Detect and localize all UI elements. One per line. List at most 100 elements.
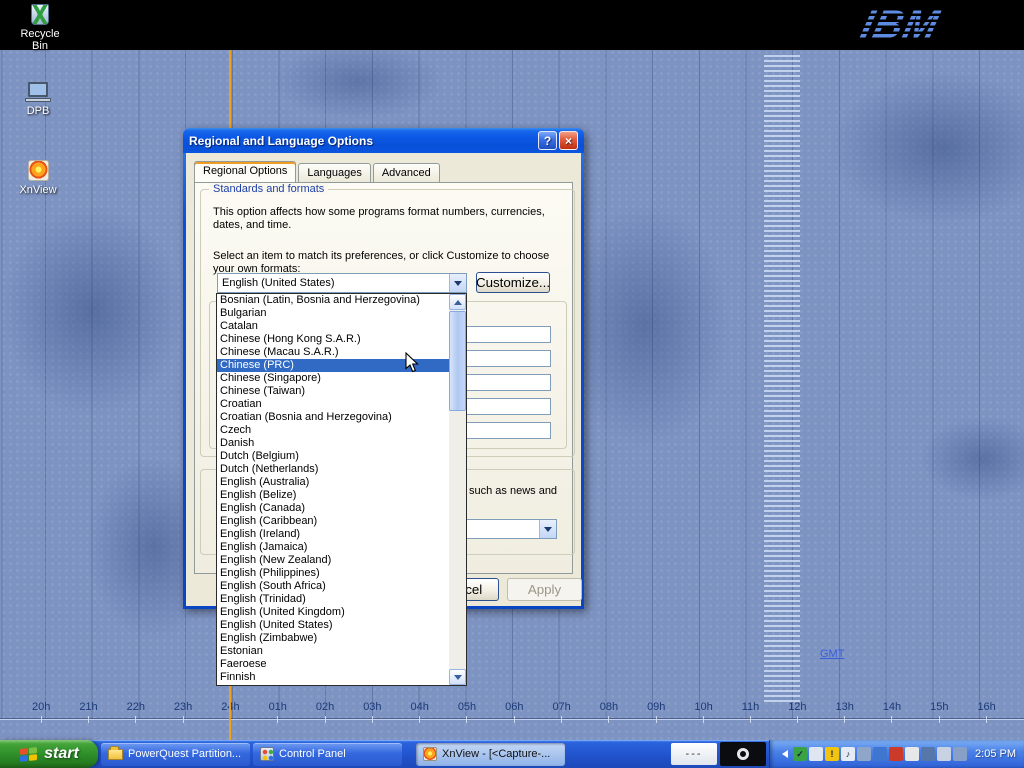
- tray-icons: ✓!♪: [793, 747, 967, 761]
- language-option[interactable]: English (Australia): [217, 476, 449, 489]
- hour-label: 20h: [32, 701, 50, 723]
- xnview-icon: [28, 160, 49, 181]
- system-tray: ✓!♪ 2:05 PM: [769, 740, 1024, 768]
- format-combobox-value: English (United States): [222, 277, 335, 289]
- question-icon: ?: [544, 134, 551, 148]
- language-option[interactable]: Chinese (Taiwan): [217, 385, 449, 398]
- task-label: PowerQuest Partition...: [128, 748, 241, 760]
- desktop-icon-xnview[interactable]: XnView: [9, 160, 67, 196]
- laptop-icon: [25, 82, 51, 102]
- language-option[interactable]: English (Caribbean): [217, 515, 449, 528]
- taskbar-overflow-button[interactable]: ---: [671, 743, 717, 765]
- help-button[interactable]: ?: [538, 131, 557, 150]
- task-scheduler-icon[interactable]: [905, 747, 919, 761]
- start-button[interactable]: start: [0, 740, 98, 768]
- scrollbar-thumb[interactable]: [449, 311, 466, 411]
- security-alert-icon[interactable]: !: [825, 747, 839, 761]
- task-button-xnview[interactable]: XnView - [<Capture-...: [416, 743, 565, 766]
- start-label: start: [44, 745, 79, 763]
- ibm-logo-stripes: [856, 4, 943, 46]
- windows-update-icon[interactable]: [809, 747, 823, 761]
- customize-button[interactable]: Customize...: [476, 272, 550, 293]
- task-button-powerquest[interactable]: PowerQuest Partition...: [101, 743, 250, 766]
- display-settings-icon[interactable]: [857, 747, 871, 761]
- language-option[interactable]: Croatian (Bosnia and Herzegovina): [217, 411, 449, 424]
- desktop-icon-recycle-bin[interactable]: Recycle Bin: [11, 4, 69, 52]
- dialog-title: Regional and Language Options: [189, 134, 373, 148]
- language-option[interactable]: Bosnian (Latin, Bosnia and Herzegovina): [217, 294, 449, 307]
- clock-sync-icon[interactable]: [953, 747, 967, 761]
- hour-tick: [135, 716, 136, 723]
- timezone-hour-labels: 20h21h22h23h24h01h02h03h04h05h06h07h08h0…: [32, 701, 996, 723]
- close-button[interactable]: ×: [559, 131, 578, 150]
- volume-icon[interactable]: ♪: [841, 747, 855, 761]
- tray-collapse-icon[interactable]: [778, 750, 788, 758]
- language-option[interactable]: English (United States): [217, 619, 449, 632]
- antivirus-status-icon[interactable]: ✓: [793, 747, 807, 761]
- disc-icon: [737, 748, 749, 760]
- hour-label: 07h: [552, 701, 570, 723]
- language-option[interactable]: English (Zimbabwe): [217, 632, 449, 645]
- language-option[interactable]: English (Philippines): [217, 567, 449, 580]
- arrow-up-icon: [454, 296, 462, 305]
- scroll-up-button[interactable]: [449, 294, 466, 310]
- firewall-icon[interactable]: [889, 747, 903, 761]
- location-dropdown-button[interactable]: [539, 520, 556, 538]
- removable-device-icon[interactable]: [937, 747, 951, 761]
- tab-languages[interactable]: Languages: [298, 163, 370, 182]
- combobox-dropdown-button[interactable]: [449, 274, 466, 292]
- hour-tick: [561, 716, 562, 723]
- taskbar-clock[interactable]: 2:05 PM: [975, 748, 1016, 760]
- language-option[interactable]: Dutch (Netherlands): [217, 463, 449, 476]
- language-option[interactable]: Catalan: [217, 320, 449, 333]
- quick-launch-segment[interactable]: [720, 742, 766, 766]
- task-button-control-panel[interactable]: Control Panel: [253, 743, 402, 766]
- hour-label: 03h: [363, 701, 381, 723]
- format-combobox[interactable]: English (United States): [217, 273, 467, 293]
- language-option[interactable]: English (Ireland): [217, 528, 449, 541]
- language-option[interactable]: English (Belize): [217, 489, 449, 502]
- desktop-icon-dpb[interactable]: DPB: [9, 82, 67, 117]
- language-option[interactable]: English (United Kingdom): [217, 606, 449, 619]
- network-status-icon[interactable]: [921, 747, 935, 761]
- tab-advanced[interactable]: Advanced: [373, 163, 440, 182]
- language-option[interactable]: Czech: [217, 424, 449, 437]
- recycle-bin-label: Recycle Bin: [11, 28, 69, 52]
- recycle-bin-icon: [31, 4, 49, 25]
- messenger-icon[interactable]: [873, 747, 887, 761]
- language-option[interactable]: English (Jamaica): [217, 541, 449, 554]
- task-label: Control Panel: [279, 748, 346, 760]
- mouse-cursor: [405, 352, 420, 377]
- language-option[interactable]: Faeroese: [217, 658, 449, 671]
- hour-label: 23h: [174, 701, 192, 723]
- language-option[interactable]: Danish: [217, 437, 449, 450]
- hour-label: 12h: [788, 701, 806, 723]
- xnview-label: XnView: [9, 184, 67, 196]
- tab-regional-options[interactable]: Regional Options: [194, 161, 296, 182]
- hour-tick: [891, 716, 892, 723]
- language-option[interactable]: Croatian: [217, 398, 449, 411]
- hour-label: 10h: [694, 701, 712, 723]
- hour-label: 08h: [600, 701, 618, 723]
- hour-label: 14h: [883, 701, 901, 723]
- language-option[interactable]: Finnish: [217, 671, 449, 684]
- hour-tick: [325, 716, 326, 723]
- standards-group-title: Standards and formats: [209, 183, 328, 195]
- language-option[interactable]: English (South Africa): [217, 580, 449, 593]
- language-option[interactable]: English (Trinidad): [217, 593, 449, 606]
- taskbar: start PowerQuest Partition... Control Pa…: [0, 740, 1024, 768]
- language-option[interactable]: English (Canada): [217, 502, 449, 515]
- control-panel-icon: [260, 747, 274, 761]
- dialog-titlebar[interactable]: Regional and Language Options ? ×: [183, 128, 584, 153]
- hour-label: 13h: [836, 701, 854, 723]
- language-option[interactable]: Dutch (Belgium): [217, 450, 449, 463]
- language-option[interactable]: Bulgarian: [217, 307, 449, 320]
- language-option[interactable]: Estonian: [217, 645, 449, 658]
- language-option[interactable]: English (New Zealand): [217, 554, 449, 567]
- dropdown-scrollbar[interactable]: [449, 294, 466, 685]
- hour-tick: [419, 716, 420, 723]
- language-option[interactable]: Chinese (Hong Kong S.A.R.): [217, 333, 449, 346]
- hour-label: 09h: [647, 701, 665, 723]
- scroll-down-button[interactable]: [449, 669, 466, 685]
- task-label: XnView - [<Capture-...: [442, 748, 550, 760]
